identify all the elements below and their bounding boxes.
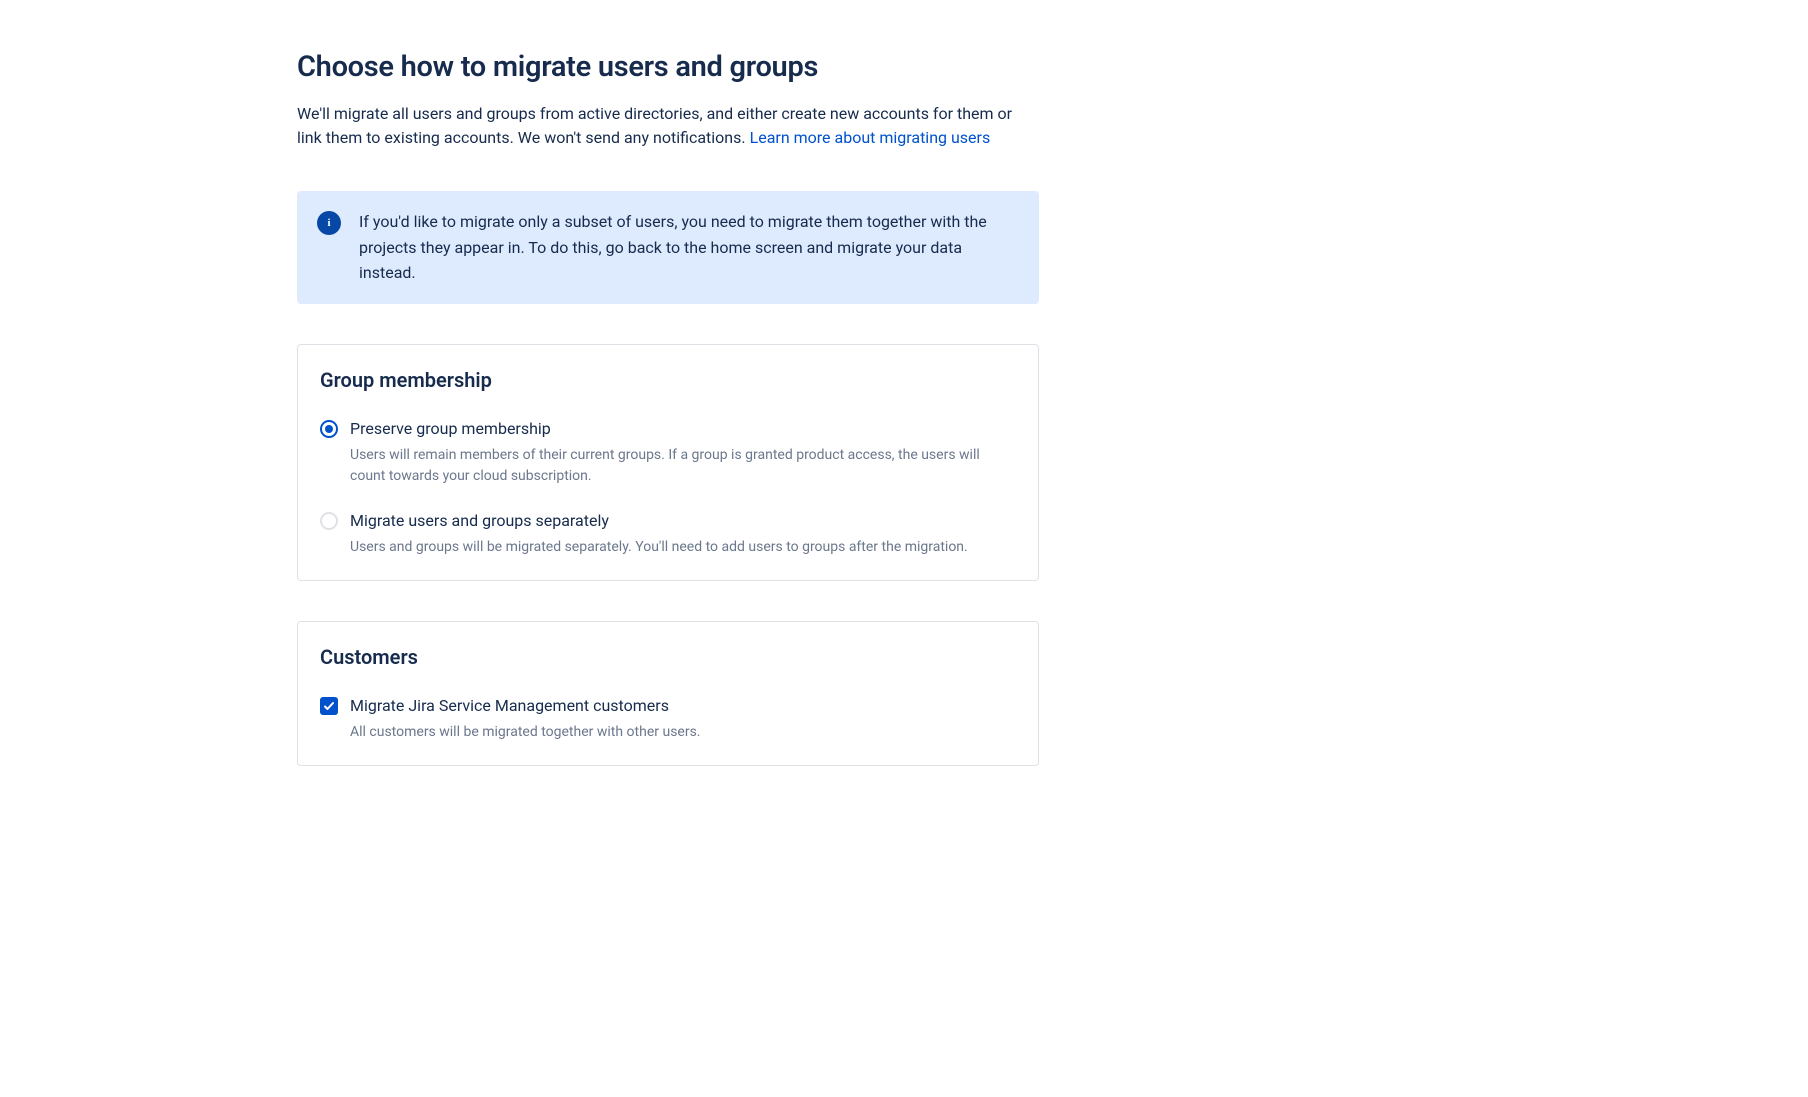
radio-option-separate[interactable]: Migrate users and groups separately User… bbox=[320, 509, 1016, 558]
page-description: We'll migrate all users and groups from … bbox=[297, 102, 1039, 152]
radio-option-preserve[interactable]: Preserve group membership Users will rem… bbox=[320, 417, 1016, 487]
checkbox-checked[interactable] bbox=[320, 697, 338, 715]
option-desc: Users and groups will be migrated separa… bbox=[350, 537, 1016, 558]
option-content: Migrate Jira Service Management customer… bbox=[350, 694, 1016, 743]
option-content: Preserve group membership Users will rem… bbox=[350, 417, 1016, 487]
learn-more-link[interactable]: Learn more about migrating users bbox=[750, 128, 991, 147]
customers-title: Customers bbox=[320, 642, 1016, 672]
option-content: Migrate users and groups separately User… bbox=[350, 509, 1016, 558]
radio-button-selected[interactable] bbox=[320, 420, 338, 438]
customers-card: Customers Migrate Jira Service Managemen… bbox=[297, 621, 1039, 766]
info-icon-letter: i bbox=[327, 215, 330, 232]
checkbox-option-migrate-customers[interactable]: Migrate Jira Service Management customer… bbox=[320, 694, 1016, 743]
radio-dot-icon bbox=[325, 425, 333, 433]
option-label: Migrate Jira Service Management customer… bbox=[350, 694, 1016, 718]
info-banner-text: If you'd like to migrate only a subset o… bbox=[359, 209, 1019, 286]
group-membership-title: Group membership bbox=[320, 365, 1016, 395]
option-desc: All customers will be migrated together … bbox=[350, 722, 1016, 743]
option-desc: Users will remain members of their curre… bbox=[350, 445, 1016, 487]
check-icon bbox=[323, 700, 335, 712]
info-banner: i If you'd like to migrate only a subset… bbox=[297, 191, 1039, 304]
info-icon: i bbox=[317, 211, 341, 235]
radio-button-unselected[interactable] bbox=[320, 512, 338, 530]
option-label: Migrate users and groups separately bbox=[350, 509, 1016, 533]
page-title: Choose how to migrate users and groups bbox=[297, 46, 1039, 90]
group-membership-card: Group membership Preserve group membersh… bbox=[297, 344, 1039, 581]
option-label: Preserve group membership bbox=[350, 417, 1016, 441]
